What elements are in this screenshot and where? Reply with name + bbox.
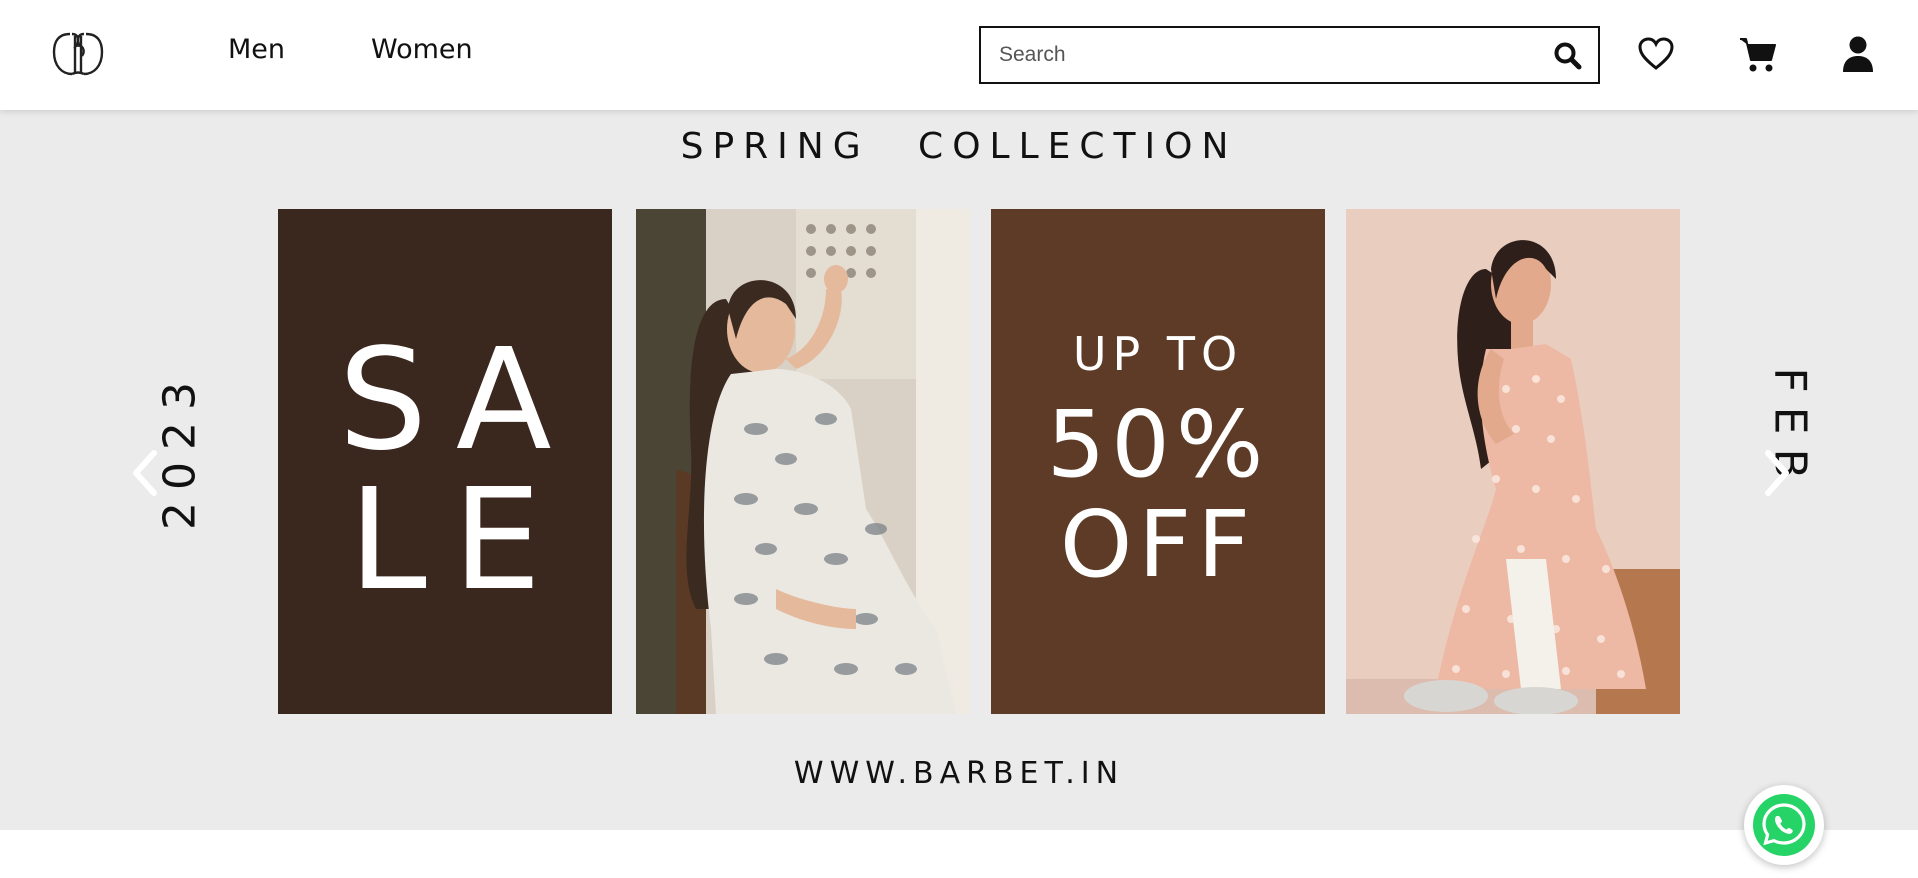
hero-banner: SPRING COLLECTION 2023 FEB SA LE UP TO 5… — [0, 110, 1918, 830]
search-input[interactable] — [981, 28, 1541, 82]
carousel-next-icon[interactable] — [1756, 443, 1796, 503]
promo-up-to: UP TO — [1072, 327, 1244, 381]
site-header: Men Women — [0, 0, 1918, 110]
nav-women[interactable]: Women — [371, 34, 473, 65]
nav-men[interactable]: Men — [228, 34, 285, 65]
promo-percent: 50% — [1046, 391, 1270, 498]
sale-line-1: SA — [338, 319, 578, 482]
cart-icon[interactable] — [1738, 34, 1778, 74]
whatsapp-icon[interactable] — [1744, 785, 1824, 865]
search-box — [979, 26, 1600, 84]
search-icon[interactable] — [1552, 40, 1584, 72]
heart-icon[interactable] — [1636, 34, 1676, 74]
promo-off: OFF — [1059, 491, 1257, 598]
hero-url: WWW.BARBET.IN — [793, 756, 1125, 791]
model-photo-1 — [636, 209, 970, 714]
model-photo-2 — [1346, 209, 1680, 714]
user-icon[interactable] — [1838, 34, 1878, 74]
sale-panel: SA LE — [278, 209, 612, 714]
carousel-prev-icon[interactable] — [126, 443, 166, 503]
hero-title: SPRING COLLECTION — [680, 126, 1238, 167]
promo-panel: UP TO 50% OFF — [991, 209, 1325, 714]
logo-icon[interactable] — [48, 28, 108, 80]
sale-line-2: LE — [348, 459, 568, 622]
